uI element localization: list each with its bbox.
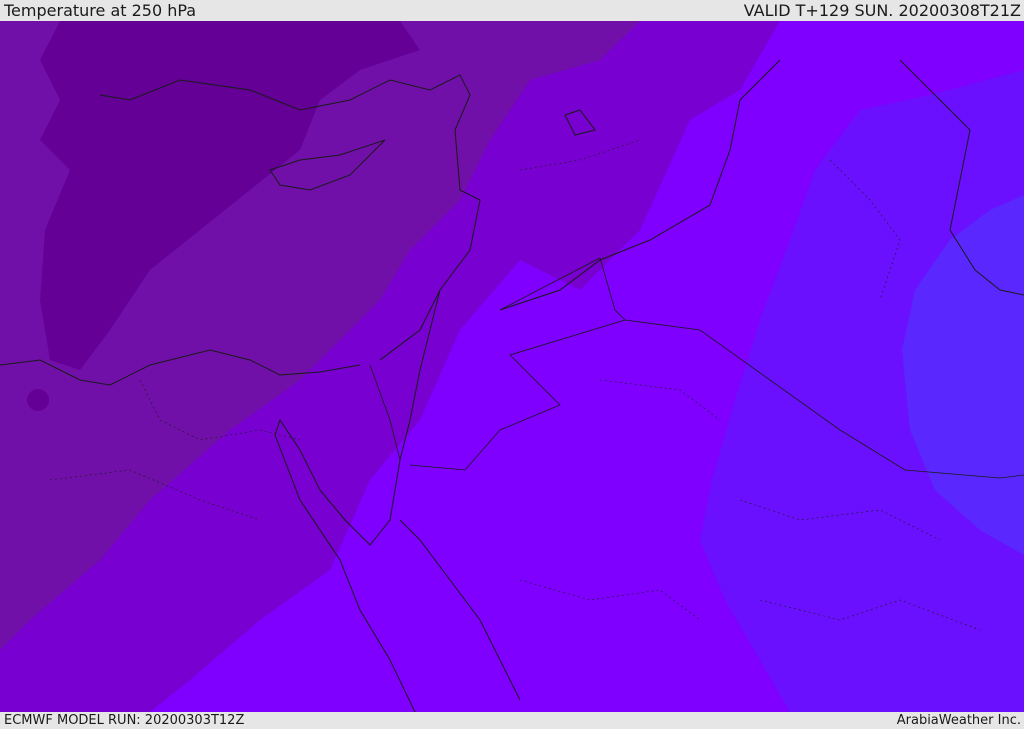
temp-band-coldest-spot: [27, 389, 49, 411]
temperature-map: [0, 21, 1024, 712]
map-title: Temperature at 250 hPa: [4, 1, 197, 20]
model-run-label: ECMWF MODEL RUN: 20200303T12Z: [4, 713, 245, 728]
footer-bar: ECMWF MODEL RUN: 20200303T12Z ArabiaWeat…: [0, 712, 1024, 729]
header-bar: Temperature at 250 hPa VALID T+129 SUN. …: [0, 0, 1024, 21]
credit-label: ArabiaWeather Inc.: [896, 713, 1021, 728]
valid-time-label: VALID T+129 SUN. 20200308T21Z: [743, 1, 1021, 20]
